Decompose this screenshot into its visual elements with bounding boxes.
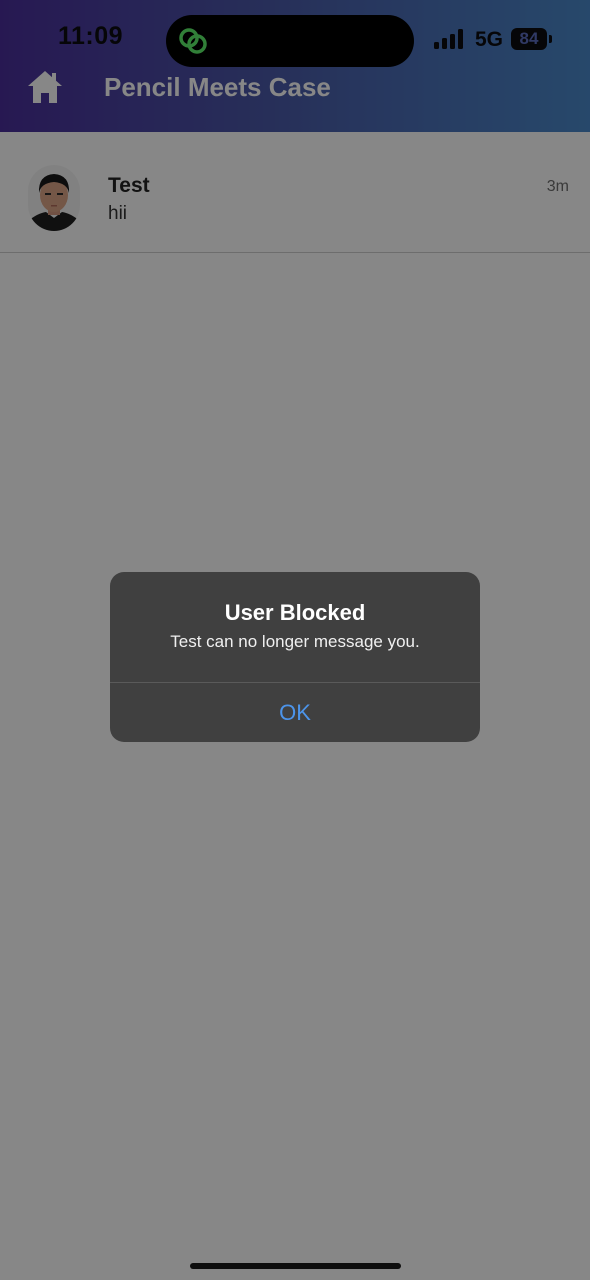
user-blocked-alert: User Blocked Test can no longer message … [110, 572, 480, 742]
home-indicator[interactable] [190, 1263, 401, 1269]
ok-button[interactable]: OK [110, 683, 480, 742]
alert-title: User Blocked [224, 600, 366, 625]
alert-message: Test can no longer message you. [170, 632, 420, 651]
